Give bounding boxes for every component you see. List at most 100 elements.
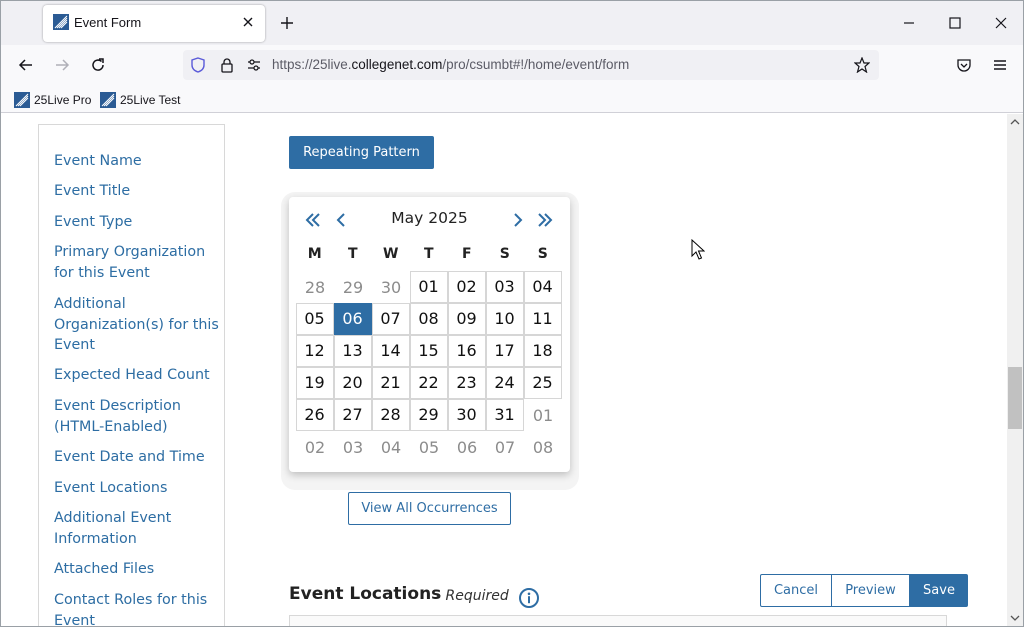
collegenet-logo-icon — [14, 92, 30, 108]
calendar-day[interactable]: 07 — [486, 431, 524, 463]
collegenet-logo-icon — [100, 92, 116, 108]
nav-link-primary-organization[interactable]: Primary Organization for this Event — [54, 242, 219, 283]
nav-link-event-description[interactable]: Event Description (HTML-Enabled) — [54, 396, 219, 437]
scrollbar-thumb[interactable] — [1008, 367, 1022, 429]
calendar-day[interactable]: 10 — [485, 302, 524, 335]
calendar-day[interactable]: 14 — [371, 334, 410, 367]
calendar-day[interactable]: 18 — [523, 334, 562, 367]
preview-button[interactable]: Preview — [832, 574, 910, 607]
view-all-occurrences-button[interactable]: View All Occurrences — [348, 492, 511, 525]
repeating-pattern-button[interactable]: Repeating Pattern — [289, 136, 434, 169]
calendar-day[interactable]: 28 — [371, 398, 410, 431]
calendar-day[interactable]: 17 — [485, 334, 524, 367]
calendar-day[interactable]: 13 — [333, 334, 372, 367]
nav-link-event-name[interactable]: Event Name — [54, 151, 219, 172]
tab-strip: Event Form — [1, 1, 1023, 45]
calendar-day[interactable]: 25 — [523, 366, 562, 399]
tab-close-icon[interactable] — [239, 13, 257, 31]
tab-title: Event Form — [74, 15, 142, 30]
calendar-day[interactable]: 16 — [447, 334, 486, 367]
calendar-day[interactable]: 08 — [409, 302, 448, 335]
address-bar[interactable]: https://25live.collegenet.com/pro/csumbt… — [183, 50, 879, 80]
calendar-day[interactable]: 20 — [333, 366, 372, 399]
bookmarks-bar: 25Live Pro 25Live Test — [1, 85, 1023, 113]
pocket-icon[interactable] — [952, 53, 976, 77]
weekday-header: F — [461, 246, 473, 262]
section-title: Event Locations — [289, 584, 442, 604]
window-close-icon[interactable] — [989, 11, 1013, 35]
scroll-up-icon[interactable] — [1007, 114, 1023, 130]
minimize-icon[interactable] — [897, 11, 921, 35]
calendar-day[interactable]: 03 — [334, 431, 372, 463]
weekday-header: W — [383, 246, 399, 262]
bookmark-25live-test[interactable]: 25Live Test — [100, 91, 181, 109]
save-button[interactable]: Save — [910, 574, 968, 607]
scroll-down-icon[interactable] — [1007, 610, 1023, 626]
calendar-day[interactable]: 01 — [409, 270, 448, 303]
lock-icon[interactable] — [218, 56, 236, 74]
calendar-day[interactable]: 04 — [523, 270, 562, 303]
calendar-day[interactable]: 26 — [295, 398, 334, 431]
weekday-header: S — [537, 246, 549, 262]
calendar-day[interactable]: 22 — [409, 366, 448, 399]
back-arrow-icon[interactable] — [14, 53, 38, 77]
calendar-day[interactable]: 28 — [296, 271, 334, 303]
calendar-day[interactable]: 02 — [296, 431, 334, 463]
required-indicator: - Required — [436, 588, 509, 604]
calendar-day[interactable]: 21 — [371, 366, 410, 399]
weekday-header: T — [423, 246, 435, 262]
nav-link-event-type[interactable]: Event Type — [54, 212, 219, 233]
calendar-day[interactable]: 30 — [372, 271, 410, 303]
nav-link-expected-head-count[interactable]: Expected Head Count — [54, 365, 219, 386]
calendar-day[interactable]: 24 — [485, 366, 524, 399]
calendar-day[interactable]: 05 — [295, 302, 334, 335]
calendar-day[interactable]: 09 — [447, 302, 486, 335]
new-tab-icon[interactable] — [277, 13, 297, 33]
calendar-day[interactable]: 31 — [485, 398, 524, 431]
calendar-day[interactable]: 07 — [371, 302, 410, 335]
calendar-day[interactable]: 04 — [372, 431, 410, 463]
weekday-header: M — [307, 246, 323, 262]
calendar-day-selected[interactable]: 06 — [333, 302, 372, 335]
calendar-day[interactable]: 29 — [334, 271, 372, 303]
tracking-shield-icon[interactable] — [189, 56, 207, 74]
calendar-day[interactable]: 15 — [409, 334, 448, 367]
calendar-day[interactable]: 30 — [447, 398, 486, 431]
next-year-icon[interactable] — [534, 209, 556, 231]
info-icon[interactable] — [518, 587, 540, 609]
hamburger-menu-icon[interactable] — [988, 53, 1012, 77]
browser-window: Event Form https://25live.collegenet.com… — [0, 0, 1024, 627]
calendar-day[interactable]: 23 — [447, 366, 486, 399]
calendar-day[interactable]: 11 — [523, 302, 562, 335]
forward-arrow-icon[interactable] — [50, 53, 74, 77]
nav-link-contact-roles[interactable]: Contact Roles for this Event — [54, 590, 219, 626]
calendar-day[interactable]: 03 — [485, 270, 524, 303]
nav-link-additional-organizations[interactable]: Additional Organization(s) for this Even… — [54, 294, 219, 356]
calendar-day[interactable]: 02 — [447, 270, 486, 303]
cancel-button[interactable]: Cancel — [760, 574, 832, 607]
nav-link-additional-info[interactable]: Additional Event Information — [54, 508, 219, 549]
weekday-header: S — [499, 246, 511, 262]
reload-icon[interactable] — [86, 53, 110, 77]
calendar-day[interactable]: 08 — [524, 431, 562, 463]
calendar-day[interactable]: 12 — [295, 334, 334, 367]
tab-event-form[interactable]: Event Form — [43, 5, 265, 42]
calendar-day[interactable]: 06 — [448, 431, 486, 463]
next-month-icon[interactable] — [507, 209, 529, 231]
calendar-day[interactable]: 01 — [524, 399, 562, 431]
page-scrollbar[interactable] — [1007, 114, 1023, 626]
bookmark-25live-pro[interactable]: 25Live Pro — [14, 91, 91, 109]
calendar-day[interactable]: 29 — [409, 398, 448, 431]
calendar-day[interactable]: 05 — [410, 431, 448, 463]
nav-link-event-date-time[interactable]: Event Date and Time — [54, 447, 219, 468]
calendar-day[interactable]: 27 — [333, 398, 372, 431]
maximize-icon[interactable] — [943, 11, 967, 35]
url-text[interactable]: https://25live.collegenet.com/pro/csumbt… — [272, 57, 629, 72]
calendar-day[interactable]: 19 — [295, 366, 334, 399]
form-section-nav: Event Name Event Title Event Type Primar… — [38, 124, 225, 626]
bookmark-star-icon[interactable] — [853, 56, 871, 74]
nav-link-event-locations[interactable]: Event Locations — [54, 478, 219, 499]
nav-link-event-title[interactable]: Event Title — [54, 181, 219, 202]
nav-link-attached-files[interactable]: Attached Files — [54, 559, 219, 580]
site-permissions-icon[interactable] — [245, 56, 263, 74]
